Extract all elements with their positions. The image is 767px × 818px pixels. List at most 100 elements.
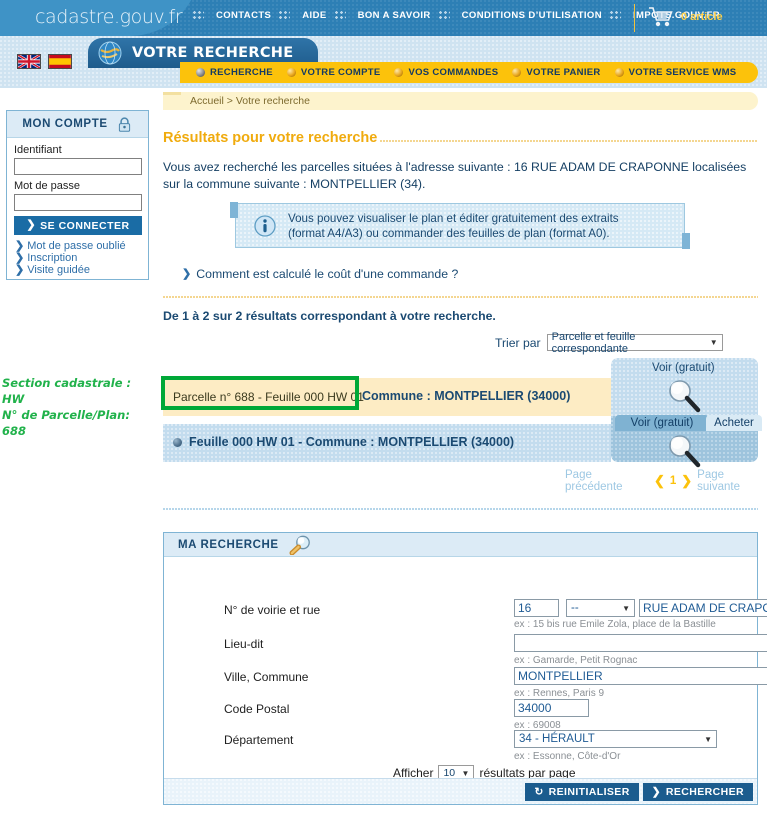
search-form-panel: MA RECHERCHE N° de voirie et rue -- ▼ [163,532,767,805]
identifiant-label: Identifiant [14,144,62,156]
row-bullet-icon [173,438,182,447]
title-divider [380,140,758,142]
nav-contacts[interactable]: CONTACTS [211,10,276,21]
login-button[interactable]: ❯ SE CONNECTER [14,216,142,235]
magnifier-icon[interactable] [665,433,705,469]
hint-departement: ex : Essonne, Côte-d'Or [514,751,621,762]
ville-commune-input[interactable] [514,667,767,685]
label-lieu-dit: Lieu-dit [224,637,264,651]
utility-nav: CONTACTS AIDE BON A SAVOIR CONDITIONS D’… [190,10,725,21]
annotation-line-1: Section cadastrale : HW [2,376,132,406]
label-voirie-rue: N° de voirie et rue [224,603,321,617]
rubric-title: VOTRE RECHERCHE [132,45,294,61]
page-title: Résultats pour votre recherche [163,130,378,146]
pagination-previous[interactable]: Page précédente [565,469,649,493]
info-icon [254,214,276,237]
password-label: Mot de passe [14,180,81,192]
tab-votre-panier-label: VOTRE PANIER [526,67,601,78]
chevron-down-icon: ▼ [622,603,630,613]
search-form-footer: ↻ REINITIALISER ❯ RECHERCHER [164,778,757,804]
password-input[interactable] [14,194,142,211]
breadcrumb[interactable]: Accueil > Votre recherche [190,95,310,107]
sort-select[interactable]: Parcelle et feuille correspondante ▼ [546,331,723,355]
voirie-number-input[interactable] [514,599,559,617]
bottom-divider [163,508,758,510]
nav-separator-dots [438,11,450,20]
tab-vos-commandes[interactable]: VOS COMMANDES [394,67,498,78]
nav-bon-a-savoir[interactable]: BON A SAVOIR [353,10,436,21]
search-form-header: MA RECHERCHE [164,533,757,557]
row-parcel-label: Parcelle n° 688 - Feuille 000 HW 01 [173,390,364,404]
tab-votre-compte[interactable]: VOTRE COMPTE [286,67,381,78]
chevron-right-icon: ❯ [15,239,25,252]
info-line-1: Vous pouvez visualiser le plan et éditer… [288,211,619,225]
chevron-left-icon[interactable]: ❮ [654,473,665,489]
search-button-label: RECHERCHER [665,785,744,798]
row-commune-label: Commune : MONTPELLIER (34000) [362,389,571,403]
link-inscription[interactable]: ❯ Inscription [15,252,141,264]
identifiant-input[interactable] [14,158,142,175]
nav-separator-dots [609,11,621,20]
tab-bullet-icon [512,68,522,77]
search-summary-text: Vous avez recherché les parcelles située… [163,160,747,191]
search-button[interactable]: ❯ RECHERCHER [642,782,753,801]
site-brand: cadastre.gouv.fr [35,6,183,28]
search-form-title: MA RECHERCHE [178,538,279,551]
pagination-current-page[interactable]: 1 [670,475,676,487]
label-ville-commune: Ville, Commune [224,670,309,684]
label-code-postal: Code Postal [224,702,290,716]
pagination-next[interactable]: Page suivante [697,469,767,493]
link-label: Mot de passe oublié [27,240,126,252]
voirie-suffix-select[interactable]: -- ▼ [566,599,635,617]
chevron-down-icon: ▼ [461,768,470,778]
info-callout-text: Vous pouvez visualiser le plan et éditer… [288,211,619,241]
sort-label: Trier par [495,335,541,350]
magnifier-icon[interactable] [665,378,705,414]
table-row[interactable]: Feuille 000 HW 01 - Commune : MONTPELLIE… [163,424,611,462]
hint-ville-commune: ex : Rennes, Paris 9 [514,688,605,699]
chevron-right-icon: ❯ [651,785,661,798]
flag-uk-icon[interactable] [17,53,41,70]
tab-votre-service-wms[interactable]: VOTRE SERVICE WMS [614,67,737,78]
nav-separator-dots [193,11,204,20]
link-visite-guidee[interactable]: ❯ Visite guidée [15,264,141,276]
results-count: De 1 à 2 sur 2 résultats correspondant à… [163,309,496,323]
rue-input[interactable] [639,599,767,617]
nav-aide[interactable]: AIDE [297,10,331,21]
code-postal-input[interactable] [514,699,589,717]
chevron-right-icon[interactable]: ❯ [681,473,692,489]
cost-explanation-link[interactable]: ❯ Comment est calculé le coût d'une comm… [182,267,458,281]
departement-select[interactable]: 34 - HÉRAULT ▼ [514,730,717,748]
label-departement: Département [224,733,294,747]
tab-votre-panier[interactable]: VOTRE PANIER [512,67,600,78]
flag-es-icon[interactable] [48,54,72,69]
cart-divider [634,4,635,32]
tab-votre-service-wms-label: VOTRE SERVICE WMS [628,67,737,78]
chevron-down-icon: ▼ [709,338,718,347]
cart-area[interactable]: 0 article [648,5,723,29]
reset-button-label: REINITIALISER [548,785,630,798]
row1-voir-gratuit-label[interactable]: Voir (gratuit) [652,362,715,374]
page-root: cadastre.gouv.fr CONTACTS AIDE BON A SAV… [0,0,767,818]
lieu-dit-input[interactable] [514,634,767,652]
reset-button[interactable]: ↻ REINITIALISER [525,782,639,801]
tab-vos-commandes-label: VOS COMMANDES [408,67,499,78]
row2-voir-gratuit-tab[interactable]: Voir (gratuit) [615,415,709,431]
account-links: ❯ Mot de passe oublié ❯ Inscription ❯ Vi… [14,240,141,276]
tab-bullet-icon [614,68,624,77]
chevron-down-icon: ▼ [704,734,712,744]
nav-conditions-utilisation[interactable]: CONDITIONS D’UTILISATION [457,10,607,21]
annotation-line-2: N° de Parcelle/Plan: 688 [2,408,130,438]
nav-separator-dots [334,11,346,20]
section-divider [163,296,758,298]
login-button-label: SE CONNECTER [40,219,130,232]
chevron-right-icon: ❯ [26,219,37,231]
info-line-2: (format A4/A3) ou commander des feuilles… [288,226,610,240]
link-mot-de-passe-oublie[interactable]: ❯ Mot de passe oublié [15,240,141,252]
tab-bullet-icon [394,68,404,77]
tab-recherche[interactable]: RECHERCHE [196,67,273,78]
breadcrumb-tip [163,92,181,95]
row2-acheter-tab[interactable]: Acheter [706,415,762,431]
departement-value: 34 - HÉRAULT [519,733,595,745]
table-row[interactable]: Parcelle n° 688 - Feuille 000 HW 01 Comm… [163,378,611,416]
